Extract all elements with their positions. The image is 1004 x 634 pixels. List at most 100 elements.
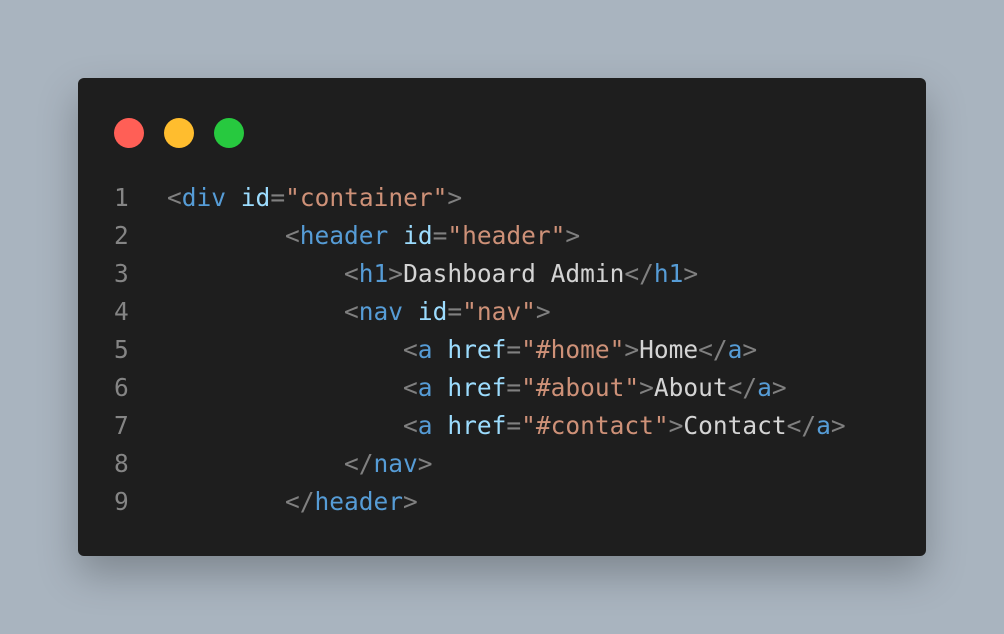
code-token: < [403, 335, 418, 364]
code-token: < [403, 373, 418, 402]
line-number: 8 [114, 449, 129, 478]
code-text: <a href="#contact">Contact</a> [167, 407, 846, 445]
code-token: > [639, 373, 654, 402]
code-token: a [417, 411, 433, 440]
code-block: 1 <div id="container"> 2 <header id="heade… [78, 179, 926, 521]
code-token: = [270, 183, 286, 212]
code-token: a [417, 373, 433, 402]
maximize-dot-icon[interactable] [214, 118, 244, 148]
code-line: 3 <h1>Dashboard Admin</h1> [78, 255, 926, 293]
code-token: > [771, 373, 787, 402]
code-text: <div id="container"> [167, 179, 462, 217]
code-token: > [668, 411, 684, 440]
close-dot-icon[interactable] [114, 118, 144, 148]
code-line: 6 <a href="#about">About</a> [78, 369, 926, 407]
code-token: > [742, 335, 758, 364]
code-token: About [653, 373, 728, 402]
code-token: = [506, 373, 522, 402]
code-token: href [447, 373, 507, 402]
code-token: a [727, 335, 743, 364]
code-token: nav [373, 449, 418, 478]
code-token: Home [639, 335, 699, 364]
code-token: href [447, 335, 507, 364]
code-token: < [285, 221, 300, 250]
code-token: a [417, 335, 433, 364]
code-token: </ [727, 373, 758, 402]
code-line: 2 <header id="header"> [78, 217, 926, 255]
code-line: 7 <a href="#contact">Contact</a> [78, 407, 926, 445]
line-number: 3 [114, 259, 129, 288]
code-token: > [417, 449, 433, 478]
line-number: 4 [114, 297, 129, 326]
code-token: id [240, 183, 271, 212]
code-token: < [167, 183, 182, 212]
code-token: < [344, 259, 359, 288]
code-token: a [816, 411, 831, 440]
code-token: nav [358, 297, 404, 326]
code-token: < [403, 411, 418, 440]
code-token: a [757, 373, 772, 402]
code-token: "#contact" [521, 411, 669, 440]
code-token: "header" [447, 221, 566, 250]
code-token: id [417, 297, 448, 326]
code-line: 1 <div id="container"> [78, 179, 926, 217]
code-token: Contact [683, 411, 787, 440]
code-token: header [299, 221, 389, 250]
code-token: Dashboard Admin [403, 259, 625, 288]
code-token: </ [698, 335, 728, 364]
code-token: "container" [285, 183, 448, 212]
line-number: 6 [114, 373, 129, 402]
line-number: 1 [114, 183, 129, 212]
code-token: > [535, 297, 551, 326]
code-token: div [181, 183, 227, 212]
code-token: > [624, 335, 640, 364]
code-text: <a href="#about">About</a> [167, 369, 787, 407]
code-line: 8 </nav> [78, 445, 926, 483]
code-token: > [830, 411, 846, 440]
code-token: id [403, 221, 433, 250]
code-token: </ [344, 449, 374, 478]
minimize-dot-icon[interactable] [164, 118, 194, 148]
code-token: "#home" [521, 335, 625, 364]
code-token: h1 [358, 259, 389, 288]
window-controls [114, 118, 244, 148]
code-token: = [506, 411, 522, 440]
code-token: = [506, 335, 522, 364]
code-token: < [344, 297, 359, 326]
line-number: 2 [114, 221, 129, 250]
code-line: 5 <a href="#home">Home</a> [78, 331, 926, 369]
code-token: > [565, 221, 581, 250]
code-text: </nav> [167, 445, 433, 483]
code-token: "nav" [462, 297, 536, 326]
code-token: header [314, 487, 404, 516]
code-text: <header id="header"> [167, 217, 580, 255]
line-number: 7 [114, 411, 129, 440]
code-token: href [447, 411, 507, 440]
code-text: </header> [167, 483, 418, 521]
code-token: "#about" [521, 373, 640, 402]
code-token: > [388, 259, 404, 288]
code-text: <a href="#home">Home</a> [167, 331, 757, 369]
line-number: 9 [114, 487, 129, 516]
code-token: = [447, 297, 463, 326]
code-token: </ [624, 259, 654, 288]
code-token: </ [786, 411, 817, 440]
code-token: > [447, 183, 463, 212]
code-token: > [403, 487, 418, 516]
line-number: 5 [114, 335, 129, 364]
code-text: <h1>Dashboard Admin</h1> [167, 255, 698, 293]
